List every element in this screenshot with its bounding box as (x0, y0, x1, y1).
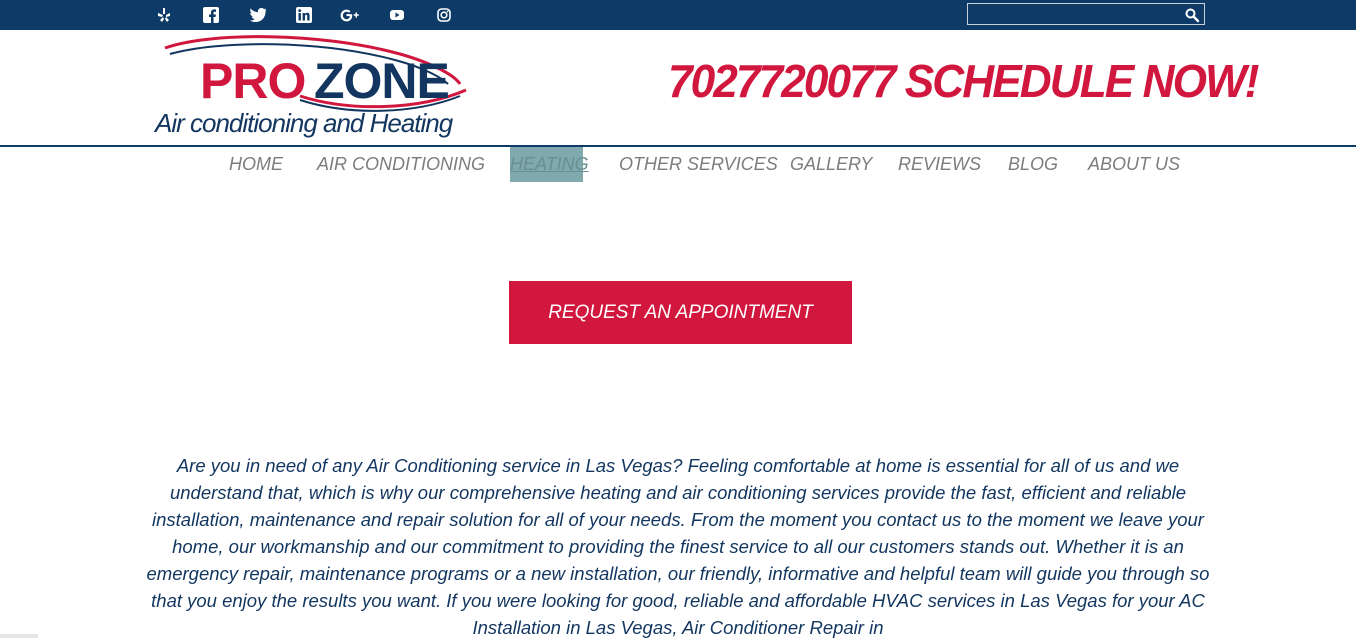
search-icon[interactable] (1184, 7, 1200, 23)
intro-paragraph: Are you in need of any Air Conditioning … (146, 455, 1210, 638)
linkedin-icon[interactable] (293, 0, 315, 30)
search-input[interactable] (972, 6, 1181, 24)
nav-item-gallery[interactable]: GALLERY (790, 147, 872, 182)
nav-item-air-conditioning[interactable]: AIR CONDITIONING (317, 147, 485, 182)
phone-schedule-cta[interactable]: 7027720077 SCHEDULE NOW! (668, 54, 1260, 108)
social-bar (0, 0, 1356, 30)
site-header: PRO ZONE Air conditioning and Heating 70… (0, 30, 1356, 145)
request-appointment-button[interactable]: REQUEST AN APPOINTMENT (509, 281, 852, 344)
search-box (967, 3, 1205, 25)
logo-zone-text: ZONE (314, 53, 450, 109)
nav-item-heating[interactable]: HEATING (510, 147, 589, 182)
scrollbar-corner (0, 634, 38, 638)
nav-item-about-us[interactable]: ABOUT US (1088, 147, 1180, 182)
prozone-logo[interactable]: PRO ZONE Air conditioning and Heating (150, 34, 480, 144)
nav-item-blog[interactable]: BLOG (1008, 147, 1058, 182)
nav-item-other-services[interactable]: OTHER SERVICES (619, 147, 778, 182)
logo-pro-text: PRO (200, 53, 306, 109)
facebook-icon[interactable] (200, 0, 222, 30)
yelp-icon[interactable] (153, 0, 175, 30)
logo-tagline: Air conditioning and Heating (155, 108, 453, 138)
youtube-icon[interactable] (386, 0, 408, 30)
google-plus-icon[interactable] (339, 0, 361, 30)
nav-item-home[interactable]: HOME (229, 147, 283, 182)
instagram-icon[interactable] (433, 0, 455, 30)
main-nav: HOME AIR CONDITIONING HEATING OTHER SERV… (0, 147, 1356, 183)
twitter-icon[interactable] (247, 0, 269, 30)
nav-item-reviews[interactable]: REVIEWS (898, 147, 981, 182)
